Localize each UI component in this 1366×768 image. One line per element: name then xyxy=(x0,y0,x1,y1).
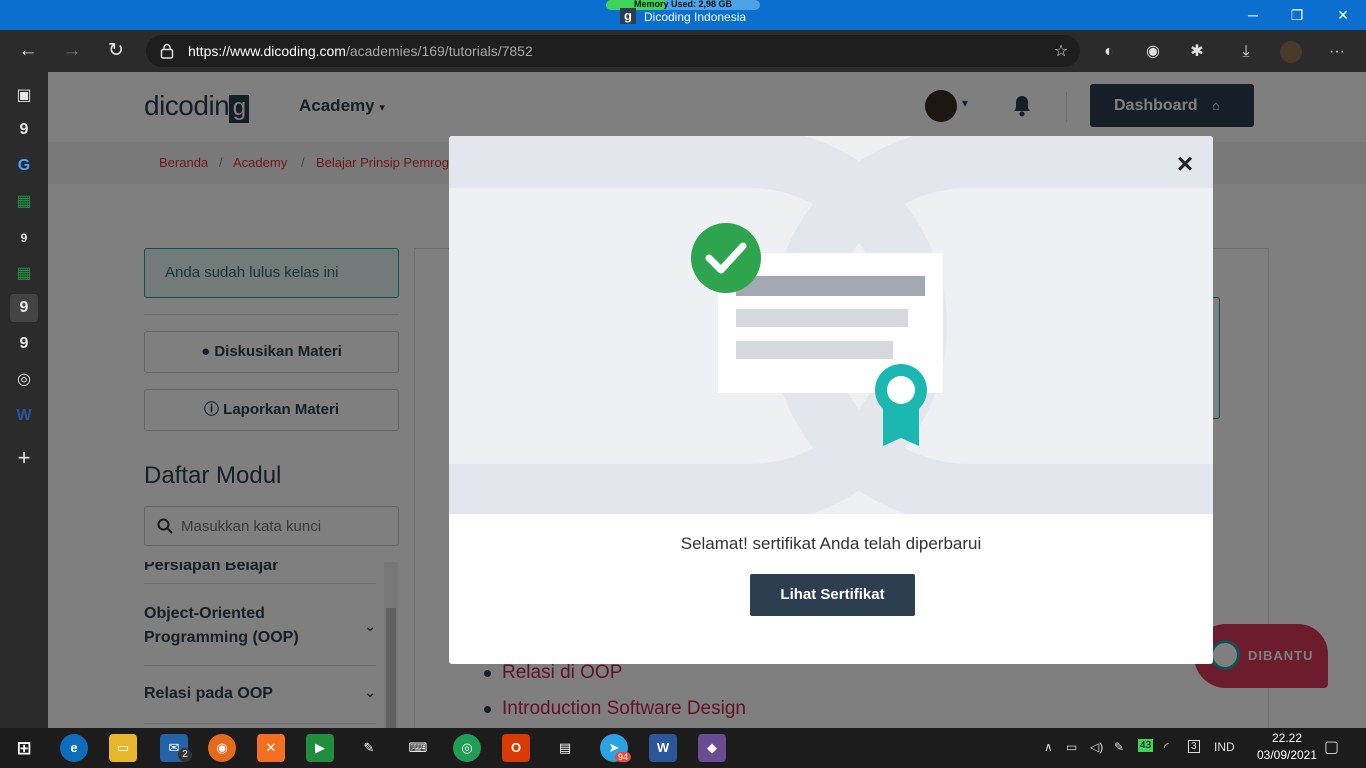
tab-sheets-icon[interactable]: ▦ xyxy=(10,188,38,216)
vertical-tabs-panel: ▣ 9 G ▦ 9 ▦ 9 9 ◎ W + xyxy=(0,72,48,728)
action-center-icon[interactable]: ▢ xyxy=(1324,737,1339,757)
tab-google[interactable]: G xyxy=(10,152,38,180)
forward-button[interactable]: → xyxy=(56,36,88,66)
chevron-up-icon[interactable]: ∧ xyxy=(1044,740,1053,754)
tab-sheets-2-icon[interactable]: ▦ xyxy=(10,260,38,288)
lock-icon xyxy=(160,43,174,59)
clock-time: 22.22 xyxy=(1271,731,1303,745)
url-text: https://www.dicoding.com/academies/169/t… xyxy=(188,43,533,59)
tab-word-icon[interactable]: W xyxy=(10,402,38,430)
git-app-icon[interactable]: ◆ xyxy=(698,734,726,762)
xampp-icon[interactable]: ✕ xyxy=(257,734,285,762)
keyboard-app-icon[interactable]: ⌨ xyxy=(404,734,432,762)
window-title-bar: Memory Used: 2,98 GB g Dicoding Indonesi… xyxy=(0,0,1366,30)
windows-taskbar: ⊞ e ▭ ✉ 2 ◉ ✕ ▶ ✎ ⌨ ◎ O ▤ ➤ 94 W ◆ ∧ ▭ ◁… xyxy=(0,728,1366,768)
pen-icon[interactable]: ✎ xyxy=(1114,740,1124,754)
certificate-modal: × Selamat! sertifikat Anda telah diperba… xyxy=(449,136,1213,664)
paint-app-icon[interactable]: ✎ xyxy=(355,734,383,762)
tab-actions-icon[interactable]: ▣ xyxy=(10,82,38,110)
tab-dicoding-3[interactable]: 9 xyxy=(10,330,38,358)
recorder-app-icon[interactable]: ◎ xyxy=(453,734,481,762)
minimize-button[interactable]: ─ xyxy=(1230,0,1276,30)
certificate-art xyxy=(449,136,1213,524)
certificate-illustration xyxy=(449,136,1213,524)
window-title: Dicoding Indonesia xyxy=(644,10,747,24)
new-tab-icon[interactable]: + xyxy=(10,444,38,472)
view-certificate-button[interactable]: Lihat Sertifikat xyxy=(750,574,915,616)
mail-badge: 2 xyxy=(178,748,192,762)
dicoding-favicon-icon: g xyxy=(620,8,636,24)
url-host: https://www.dicoding.com xyxy=(188,43,346,59)
favorite-star-icon[interactable]: ☆ xyxy=(1050,41,1072,63)
volume-icon[interactable]: ◁) xyxy=(1090,740,1103,754)
close-window-button[interactable]: ✕ xyxy=(1320,0,1366,30)
restore-button[interactable]: ❐ xyxy=(1274,0,1320,30)
extensions-puzzle-icon[interactable]: ✱ xyxy=(1186,41,1208,63)
clock-date: 03/09/2021 xyxy=(1256,748,1318,762)
wifi-icon[interactable]: ◜ xyxy=(1164,740,1169,754)
browser-toolbar: ← → ↻ https://www.dicoding.com/academies… xyxy=(0,30,1366,72)
tab-dicoding-active[interactable]: 9 xyxy=(10,294,38,322)
windows-start-icon[interactable]: ⊞ xyxy=(10,734,38,762)
extension-icon[interactable]: ◐ xyxy=(1098,41,1120,63)
downloads-icon[interactable]: ⤓ xyxy=(1235,41,1257,63)
refresh-button[interactable]: ↻ xyxy=(100,36,132,66)
meet-app-icon[interactable]: ▶ xyxy=(306,734,334,762)
battery-indicator[interactable]: 43 xyxy=(1138,739,1154,752)
url-path: /academies/169/tutorials/7852 xyxy=(345,43,533,59)
extension-owl-icon[interactable]: ◉ xyxy=(1142,41,1164,63)
tab-github-icon[interactable]: ◎ xyxy=(10,366,38,394)
screen-app-icon[interactable]: ▤ xyxy=(551,734,579,762)
file-explorer-icon[interactable]: ▭ xyxy=(109,734,137,762)
tab-dicoding-2[interactable]: 9 xyxy=(10,224,38,252)
network-device-icon[interactable]: ▭ xyxy=(1066,740,1077,754)
close-modal-button[interactable]: × xyxy=(1171,150,1199,178)
firefox-icon[interactable]: ◉ xyxy=(208,734,236,762)
profile-avatar-icon[interactable] xyxy=(1280,41,1302,63)
taskbar-clock[interactable]: 22.22 03/09/2021 xyxy=(1252,730,1322,764)
office-app-icon[interactable]: O xyxy=(502,734,530,762)
edge-app-icon[interactable]: e xyxy=(60,734,88,762)
back-button[interactable]: ← xyxy=(12,36,44,66)
telegram-badge: 94 xyxy=(615,752,632,762)
modal-message: Selamat! sertifikat Anda telah diperbaru… xyxy=(680,534,982,553)
address-bar[interactable]: https://www.dicoding.com/academies/169/t… xyxy=(146,35,1080,67)
tab-dicoding-1[interactable]: 9 xyxy=(10,116,38,144)
notification-count[interactable]: 3 xyxy=(1188,740,1200,753)
language-indicator[interactable]: IND xyxy=(1214,740,1235,754)
word-app-icon[interactable]: W xyxy=(649,734,677,762)
browser-menu-button[interactable]: ··· xyxy=(1326,41,1348,63)
